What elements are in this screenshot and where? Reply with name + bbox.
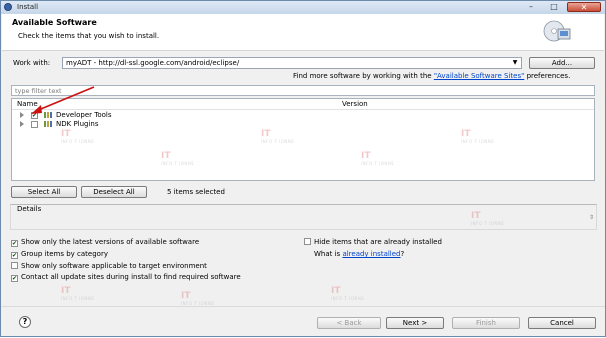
package-icon	[44, 121, 52, 127]
option-applicable-only[interactable]: Show only software applicable to target …	[11, 262, 207, 270]
option-contact-sites[interactable]: ✔ Contact all update sites during install…	[11, 273, 241, 282]
group-by-category-checkbox[interactable]: ✔	[11, 252, 18, 259]
hint-suffix: preferences.	[524, 72, 571, 80]
tree-header: Name Version	[12, 99, 594, 110]
close-button[interactable]: ✕	[567, 2, 601, 12]
watermark: IT INFO T IONNE	[181, 291, 215, 306]
already-installed-link[interactable]: already installed	[342, 250, 400, 258]
watermark: IT INFO T IONNE	[331, 286, 365, 301]
selection-status: 5 items selected	[167, 188, 225, 196]
finish-button[interactable]: Finish	[452, 317, 520, 329]
what-is-suffix: ?	[400, 250, 405, 258]
filter-input[interactable]: type filter text	[11, 85, 595, 96]
work-with-label: Work with:	[13, 59, 51, 67]
chevron-down-icon[interactable]: ▼	[510, 58, 520, 68]
eclipse-app-icon	[4, 3, 12, 11]
expand-arrow-icon[interactable]	[20, 121, 24, 127]
package-icon	[44, 112, 52, 118]
work-with-value: myADT - http://dl-ssl.google.com/android…	[66, 59, 240, 67]
column-version[interactable]: Version	[342, 100, 368, 108]
available-software-sites-link[interactable]: "Available Software Sites"	[434, 72, 525, 80]
details-area: ⇕	[10, 204, 597, 230]
tree-item-label: NDK Plugins	[56, 120, 99, 128]
back-button[interactable]: < Back	[317, 317, 381, 329]
select-all-button[interactable]: Select All	[11, 186, 77, 198]
minimize-button[interactable]: –	[520, 2, 542, 12]
option-latest-versions[interactable]: ✔ Show only the latest versions of availa…	[11, 238, 199, 247]
window-title: Install	[17, 3, 39, 11]
cancel-button[interactable]: Cancel	[528, 317, 596, 329]
option-label: Show only the latest versions of availab…	[21, 238, 200, 246]
filter-placeholder: type filter text	[15, 87, 62, 95]
ndk-plugins-checkbox[interactable]	[31, 121, 38, 128]
software-tree[interactable]: Name Version ✔ Developer Tools NDK Plugi…	[11, 98, 595, 181]
footer-separator	[1, 306, 605, 307]
option-hide-installed[interactable]: Hide items that are already installed	[304, 238, 442, 246]
what-is-installed: What is already installed?	[314, 250, 404, 258]
latest-versions-checkbox[interactable]: ✔	[11, 240, 18, 247]
install-cd-icon	[543, 20, 571, 42]
help-icon[interactable]: ?	[19, 316, 31, 328]
tree-item-developer-tools[interactable]: ✔ Developer Tools	[12, 111, 594, 120]
next-button[interactable]: Next >	[386, 317, 444, 329]
applicable-only-checkbox[interactable]	[11, 262, 18, 269]
page-subtitle: Check the items that you wish to install…	[18, 32, 160, 40]
watermark: IT INFO T IONNE	[61, 286, 95, 301]
what-is-prefix: What is	[314, 250, 343, 258]
developer-tools-checkbox[interactable]: ✔	[31, 112, 38, 119]
tree-item-label: Developer Tools	[56, 111, 112, 119]
contact-sites-checkbox[interactable]: ✔	[11, 275, 18, 282]
details-scroll-icon[interactable]: ⇕	[589, 214, 594, 221]
hint-prefix: Find more software by working with the	[293, 72, 434, 80]
wizard-header: Available Software Check the items that …	[2, 14, 604, 51]
option-label: Group items by category	[21, 250, 108, 258]
available-sites-hint: Find more software by working with the "…	[293, 72, 570, 80]
hide-installed-checkbox[interactable]	[304, 238, 311, 245]
deselect-all-button[interactable]: Deselect All	[81, 186, 147, 198]
title-bar: Install – □ ✕	[1, 1, 605, 14]
expand-arrow-icon[interactable]	[20, 112, 24, 118]
option-group-by-category[interactable]: ✔ Group items by category	[11, 250, 108, 259]
page-title: Available Software	[12, 18, 97, 27]
option-label: Hide items that are already installed	[314, 238, 442, 246]
add-site-button[interactable]: Add...	[529, 57, 595, 69]
column-name[interactable]: Name	[17, 100, 38, 108]
option-label: Contact all update sites during install …	[21, 273, 241, 281]
option-label: Show only software applicable to target …	[21, 262, 207, 270]
install-dialog: Install – □ ✕ Available Software Check t…	[0, 0, 606, 337]
work-with-combo[interactable]: myADT - http://dl-ssl.google.com/android…	[62, 57, 522, 69]
maximize-button[interactable]: □	[543, 2, 565, 12]
tree-item-ndk-plugins[interactable]: NDK Plugins	[12, 120, 594, 129]
